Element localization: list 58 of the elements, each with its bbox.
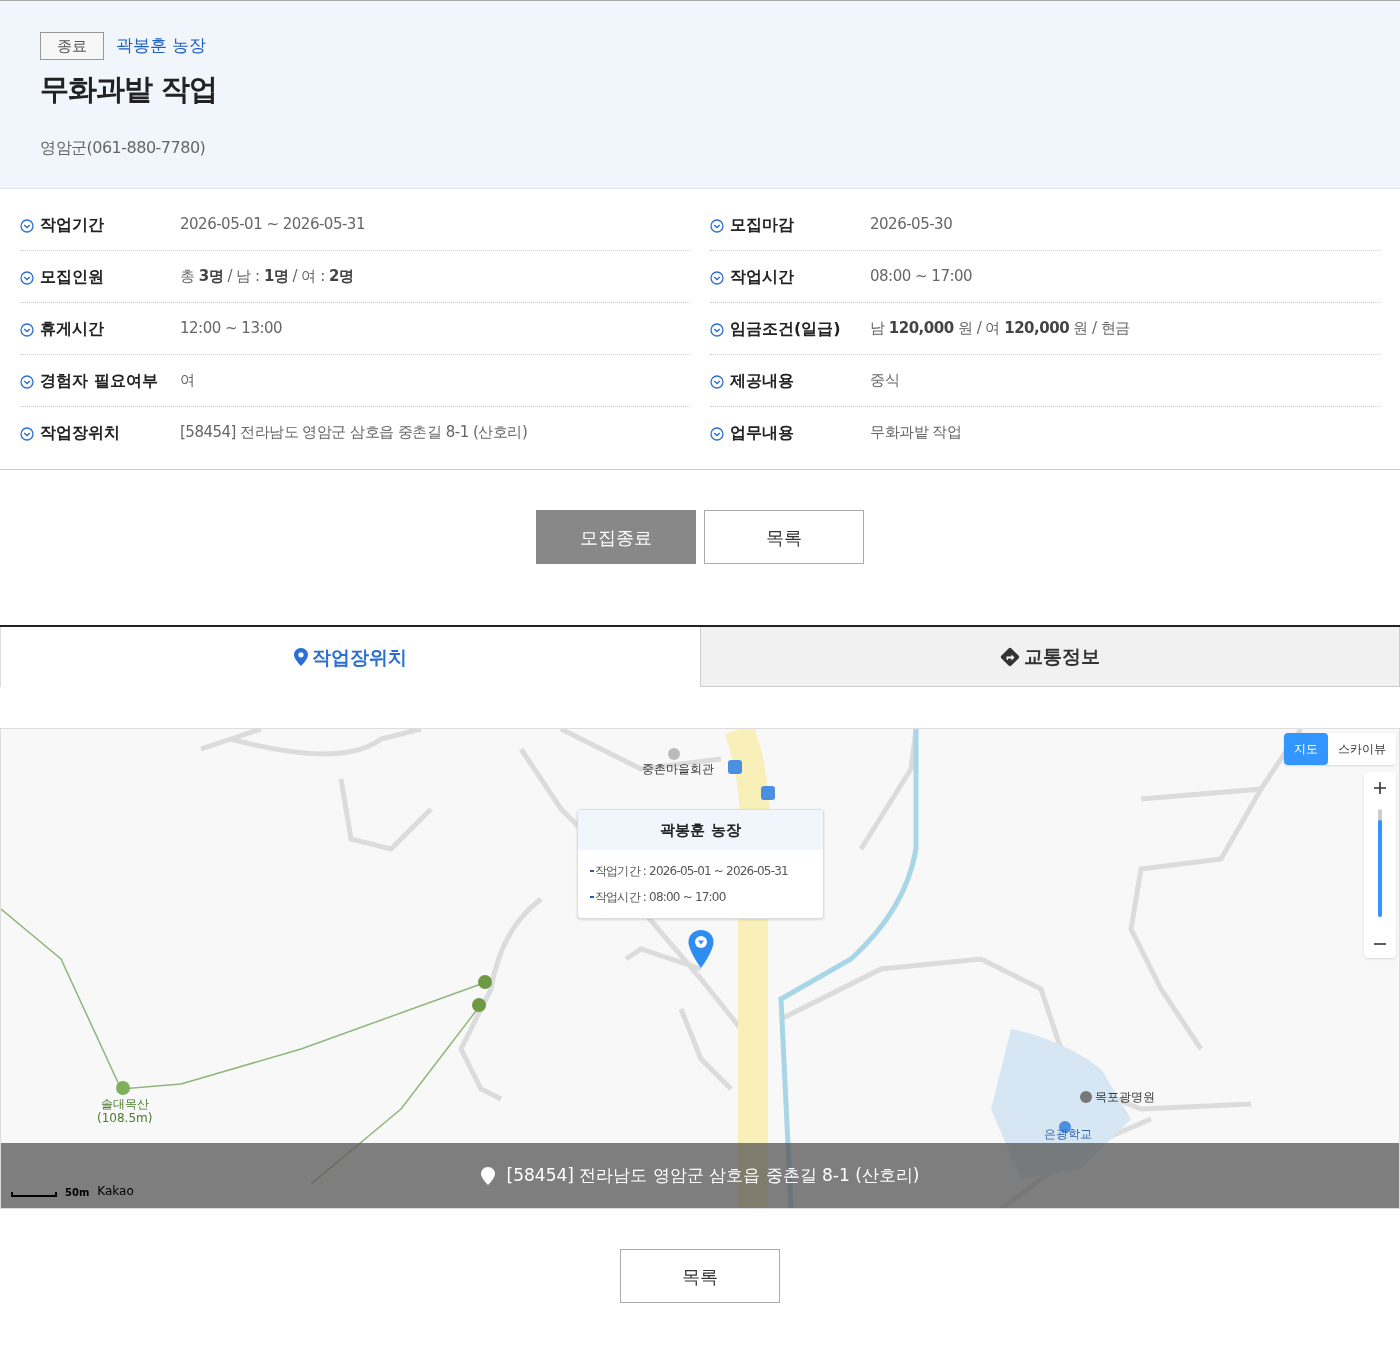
detail-label: 업무내용 — [730, 422, 795, 444]
map-pin-icon — [480, 1166, 495, 1185]
map-place-label: 솔대목산 (108.5m) — [97, 1097, 153, 1125]
detail-label: 임금조건(일급) — [730, 318, 842, 340]
detail-value: 무화과밭 작업 — [870, 422, 962, 443]
list-button[interactable]: 목록 — [704, 510, 864, 564]
check-circle-icon — [710, 375, 724, 389]
map-place-label: 목포광명원 — [1095, 1090, 1155, 1104]
dash-mark — [590, 870, 594, 872]
detail-value: 2026-05-30 — [870, 214, 953, 235]
scale-text: 50m — [65, 1186, 90, 1200]
dash-mark — [590, 896, 594, 898]
map-attribution: Kakao — [97, 1183, 134, 1200]
check-circle-icon — [20, 375, 34, 389]
location-marker-icon — [687, 929, 715, 969]
detail-label: 모집마감 — [730, 214, 795, 236]
detail-label: 작업시간 — [730, 266, 795, 288]
zoom-in-icon[interactable] — [1373, 781, 1387, 795]
zoom-control[interactable] — [1364, 772, 1396, 958]
check-circle-icon — [20, 323, 34, 337]
detail-label: 작업장위치 — [40, 422, 121, 444]
farm-name: 곽봉훈 농장 — [116, 34, 207, 58]
check-circle-icon — [710, 271, 724, 285]
check-circle-icon — [710, 219, 724, 233]
check-circle-icon — [710, 323, 724, 337]
check-circle-icon — [20, 219, 34, 233]
detail-value: 12:00 ~ 13:00 — [180, 318, 283, 339]
detail-label: 휴게시간 — [40, 318, 105, 340]
check-circle-icon — [20, 427, 34, 441]
map-type-toggle[interactable]: 스카이뷰 — [1328, 733, 1396, 765]
detail-value: 총 3명 / 남 : 1명 / 여 : 2명 — [180, 266, 354, 287]
check-circle-icon — [20, 271, 34, 285]
detail-value: [58454] 전라남도 영암군 삼호읍 중촌길 8-1 (산호리) — [180, 422, 528, 443]
scale-bar — [11, 1192, 57, 1197]
map-place-label: 중촌마을회관 — [642, 762, 714, 776]
detail-value: 남 120,000 원 / 여 120,000 원 / 현금 — [870, 318, 1130, 339]
popup-title: 곽봉훈 농장 — [578, 810, 823, 850]
list-button[interactable]: 목록 — [620, 1249, 780, 1303]
popup-line: 작업시간 : 08:00 ~ 17:00 — [595, 889, 726, 906]
status-badge: 종료 — [40, 32, 104, 60]
close-recruitment-button[interactable]: 모집종료 — [536, 510, 696, 564]
detail-label: 모집인원 — [40, 266, 105, 288]
detail-value: 중식 — [870, 370, 899, 391]
detail-value: 2026-05-01 ~ 2026-05-31 — [180, 214, 365, 235]
location-tab[interactable]: 교통정보 — [699, 627, 1400, 687]
detail-value: 여 — [180, 370, 195, 391]
page-title: 무화과밭 작업 — [40, 71, 219, 108]
map-view[interactable]: 중촌마을회관 목포광명원 은광학교 솔대목산 (108.5m) 지도 스카이뷰 곽봉훈 농장 작업기간 : 2026-05-01 ~ 2026-05-31 작업시간 : 08:00 ~ 17:00 [58454] 전라남도 영암군 삼호읍 중촌길 8-1 (산호리) 50m Kakao — [0, 728, 1400, 1209]
contact-text: 영암군(061-880-7780) — [40, 136, 207, 159]
address-text: [58454] 전라남도 영암군 삼호읍 중촌길 8-1 (산호리) — [506, 1163, 920, 1187]
map-pin-icon — [293, 648, 308, 666]
map-place-label: 은광학교 — [1044, 1127, 1092, 1141]
detail-label: 경험자 필요여부 — [40, 370, 159, 392]
popup-line: 작업기간 : 2026-05-01 ~ 2026-05-31 — [595, 863, 788, 880]
detail-value: 08:00 ~ 17:00 — [870, 266, 973, 287]
detail-label: 제공내용 — [730, 370, 795, 392]
check-circle-icon — [710, 427, 724, 441]
detail-label: 작업기간 — [40, 214, 105, 236]
